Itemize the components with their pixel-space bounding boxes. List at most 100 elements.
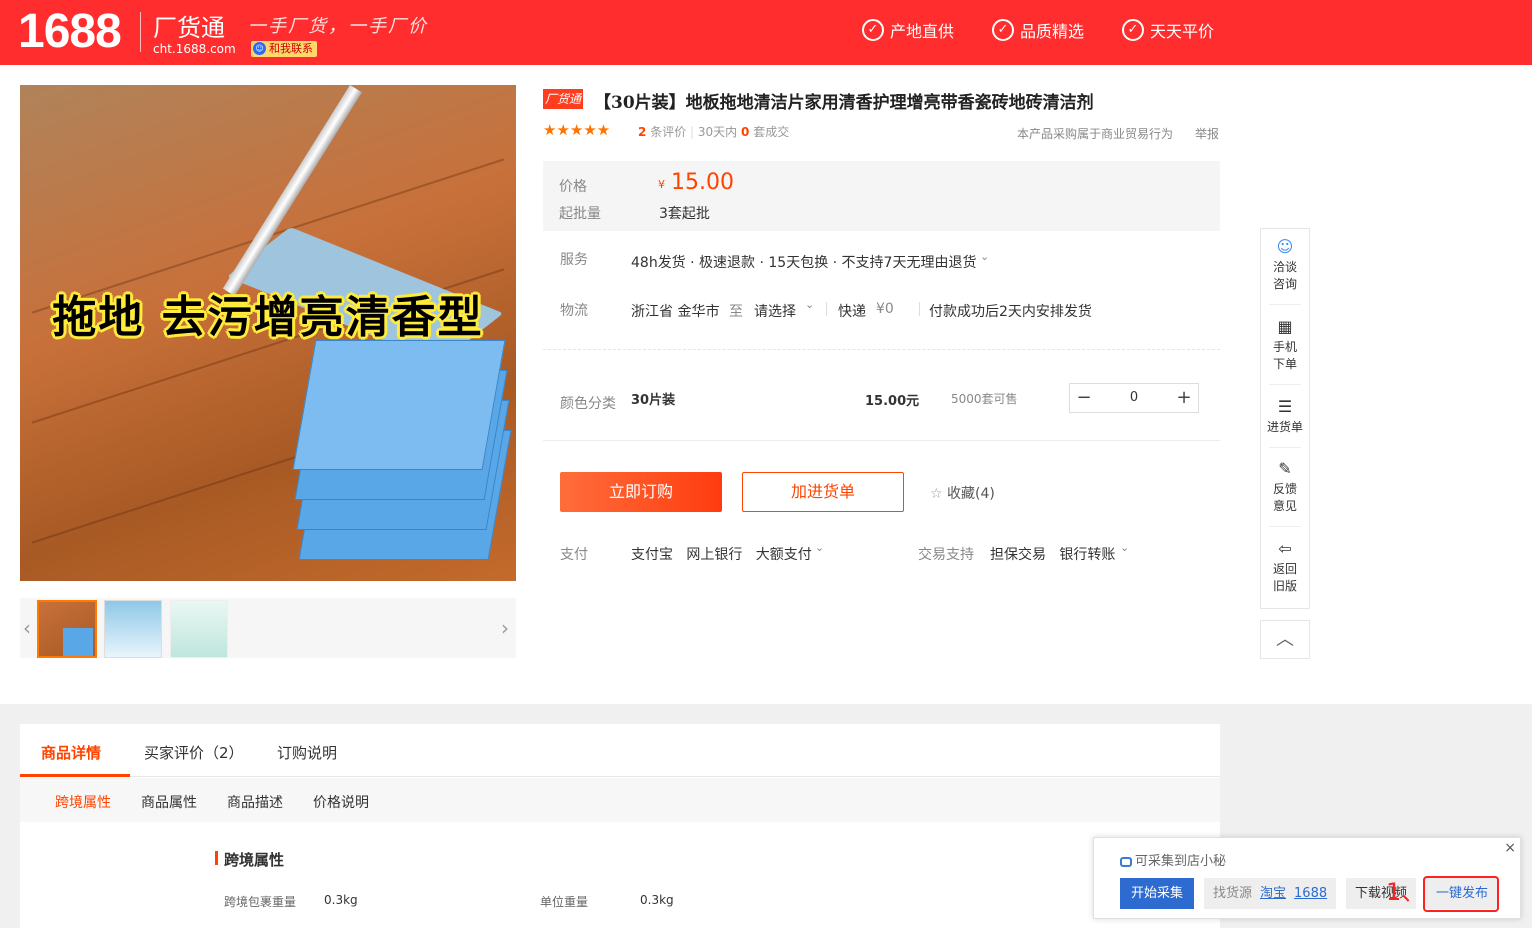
divider [543, 349, 1220, 350]
sidebar-item-mobile-order[interactable]: ▦ 手机 下单 [1261, 317, 1309, 373]
review-count[interactable]: 2 [638, 125, 646, 139]
section-accent [215, 851, 218, 865]
attr-value: 0.3kg [324, 893, 358, 907]
subtab-cross-border[interactable]: 跨境属性 [55, 792, 111, 812]
right-sidebar: ☺ 洽谈 咨询 ▦ 手机 下单 ☰ 进货单 ✎ 反馈 意见 ⇦ 返回 旧版 [1260, 228, 1310, 609]
link-1688[interactable]: 1688 [1294, 886, 1327, 901]
active-tab-indicator [20, 774, 130, 777]
find-source-label: 找货源 [1213, 886, 1253, 901]
report-link[interactable]: 举报 [1195, 125, 1219, 142]
subtab-price-notes[interactable]: 价格说明 [313, 792, 369, 812]
buy-now-button[interactable]: 立即订购 [560, 472, 722, 512]
ship-destination-select[interactable]: 请选择 [754, 301, 796, 321]
attr-value: 0.3kg [640, 893, 674, 907]
chevron-up-icon: ︿ [1276, 629, 1294, 650]
ship-origin: 浙江省 金华市 [631, 304, 720, 320]
subtab-description[interactable]: 商品描述 [227, 792, 283, 812]
variant-name: 30片装 [631, 393, 676, 408]
separator [826, 302, 827, 316]
sidebar-item-label: 手机 下单 [1272, 340, 1297, 371]
decrement-button[interactable]: − [1070, 384, 1098, 412]
tab-order-notes[interactable]: 订购说明 [277, 742, 337, 763]
increment-button[interactable]: + [1170, 384, 1198, 412]
taobao-link[interactable]: 淘宝 [1260, 886, 1286, 901]
chevron-right-icon[interactable]: › [501, 616, 509, 640]
sidebar-item-label: 进货单 [1266, 420, 1303, 434]
review-label[interactable]: 条评价 [650, 125, 686, 139]
chat-icon: ☺ [253, 42, 266, 55]
factory-tag: 厂货通 [543, 89, 583, 109]
sidebar-item-old-version[interactable]: ⇦ 返回 旧版 [1261, 539, 1309, 595]
thumbnail-3[interactable] [170, 600, 228, 658]
star-outline-icon: ☆ [930, 486, 943, 502]
separator [919, 302, 920, 316]
detail-tabbar: 商品详情 买家评价（2） 订购说明 [20, 724, 1220, 777]
subtab-attributes[interactable]: 商品属性 [141, 792, 197, 812]
trade-label: 交易支持 [918, 547, 974, 563]
return-icon: ⇦ [1278, 539, 1292, 558]
payment-methods: 支付宝 网上银行 大额支付 [631, 547, 812, 563]
thumbnail-2[interactable] [104, 600, 162, 658]
add-to-cart-button[interactable]: 加进货单 [742, 472, 904, 512]
chevron-down-icon[interactable]: ⌄ [980, 250, 989, 263]
thumb-sheets [63, 628, 93, 656]
divider [1269, 304, 1301, 305]
promise-label: 产地直供 [890, 22, 955, 41]
check-icon: ✓ [1122, 19, 1144, 41]
sidebar-item-consult[interactable]: ☺ 洽谈 咨询 [1261, 237, 1309, 293]
chevron-down-icon[interactable]: ⌄ [805, 298, 814, 311]
quantity-input[interactable]: 0 [1098, 384, 1170, 412]
rating-stars: ★★★★★ [543, 121, 611, 139]
ship-fee: ¥0 [876, 301, 894, 317]
step-annotation: 1、 [1386, 878, 1426, 906]
moq-value: 3套起批 [659, 206, 710, 222]
divider [543, 440, 1220, 441]
thumbnail-1[interactable] [37, 600, 97, 658]
detail-card: 商品详情 买家评价（2） 订购说明 跨境属性 商品属性 商品描述 价格说明 跨境… [20, 724, 1220, 928]
days-label: 30天内 [697, 125, 738, 139]
check-icon: ✓ [862, 19, 884, 41]
clipboard-icon: ☰ [1277, 397, 1293, 416]
ship-to: 至 [729, 304, 743, 320]
product-main-image[interactable]: 拖地 去污增亮清香型 [20, 85, 516, 581]
back-to-top-button[interactable]: ︿ [1260, 620, 1310, 659]
chevron-down-icon[interactable]: ⌄ [815, 541, 824, 554]
sidebar-item-purchase-list[interactable]: ☰ 进货单 [1261, 397, 1309, 436]
contact-button[interactable]: ☺ 和我联系 [251, 41, 317, 57]
service-label: 服务 [560, 252, 588, 268]
promise-origin: ✓ 产地直供 [862, 18, 954, 42]
price-value: 15.00 [671, 170, 734, 195]
tab-buyer-reviews[interactable]: 买家评价（2） [144, 742, 244, 763]
close-icon[interactable]: × [1504, 840, 1516, 856]
rating-meta: 2 条评价 | 30天内 0 套成交 [638, 125, 790, 139]
sold-label: 套成交 [753, 125, 790, 139]
divider [1269, 526, 1301, 527]
detail-subtabbar: 跨境属性 商品属性 商品描述 价格说明 [20, 778, 1220, 822]
chevron-down-icon[interactable]: ⌄ [1120, 541, 1129, 554]
price-box: 价格 ¥ 15.00 起批量 3套起批 [543, 161, 1220, 231]
sidebar-item-feedback[interactable]: ✎ 反馈 意见 [1261, 459, 1309, 515]
section-title: 跨境属性 [224, 851, 285, 869]
logistics-label: 物流 [560, 303, 588, 319]
currency-symbol: ¥ [658, 178, 665, 191]
plugin-title: 可采集到店小秘 [1120, 850, 1226, 869]
logo-1688[interactable]: 1688 [18, 4, 122, 59]
cleaning-sheets [292, 340, 512, 570]
promise-quality: ✓ 品质精选 [992, 18, 1084, 42]
moq-label: 起批量 [559, 206, 601, 222]
tab-product-details[interactable]: 商品详情 [41, 742, 101, 763]
main-image-caption: 拖地 去污增亮清香型 [52, 292, 484, 343]
price-label: 价格 [559, 179, 587, 195]
edit-icon: ✎ [1278, 459, 1292, 478]
find-source-group: 找货源 淘宝 1688 [1204, 878, 1336, 909]
chevron-left-icon[interactable]: ‹ [23, 616, 31, 640]
contact-label: 和我联系 [269, 42, 313, 55]
payment-label: 支付 [560, 547, 588, 563]
brand-name[interactable]: 厂货通 [153, 8, 225, 43]
robot-icon [1120, 856, 1132, 867]
start-collect-button[interactable]: 开始采集 [1120, 878, 1194, 909]
favorite-button[interactable]: ☆ 收藏(4) [930, 483, 995, 503]
logo-divider [140, 12, 141, 52]
divider [1269, 447, 1301, 448]
divider [1269, 384, 1301, 385]
